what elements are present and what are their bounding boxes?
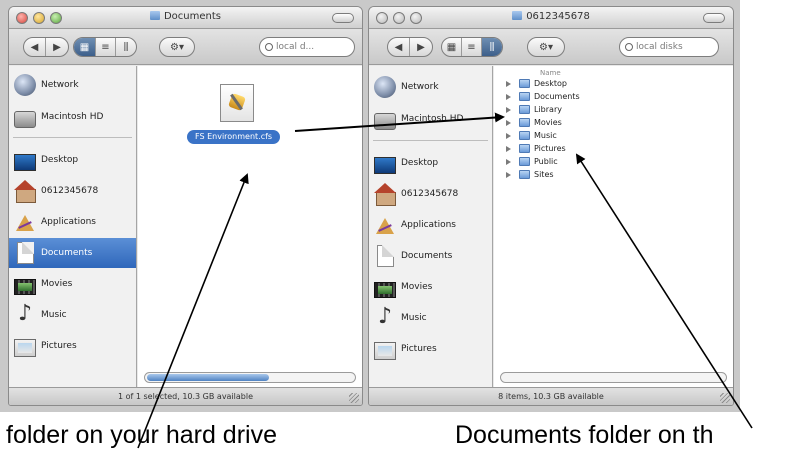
right-callout-arrow [575, 153, 753, 429]
caption-left: folder on your hard drive [6, 421, 277, 449]
left-callout-arrow [137, 173, 249, 449]
caption-right: Documents folder on th [455, 421, 714, 449]
annotation-arrows [137, 112, 753, 449]
drag-arrow [294, 112, 505, 132]
figure: Documents ◀ ▶ ▦ ≡ ⫼ ⚙▾ local d... Networ… [0, 0, 788, 475]
